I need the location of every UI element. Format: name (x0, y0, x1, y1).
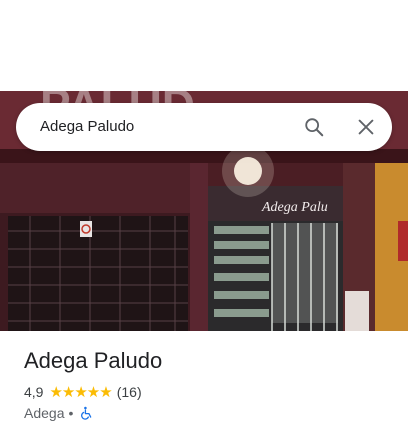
separator: • (68, 405, 74, 421)
search-bar[interactable]: Adega Paludo (16, 103, 392, 151)
shop-sign-text: Adega Palu (261, 200, 328, 215)
search-icon[interactable] (303, 116, 325, 138)
place-meta: Adega • (24, 404, 93, 422)
place-title: Adega Paludo (24, 348, 163, 373)
close-icon[interactable] (355, 116, 377, 138)
wheelchair-accessible-icon (79, 406, 93, 420)
star-rating: ★★★★★ (49, 384, 112, 401)
search-input[interactable]: Adega Paludo (40, 118, 134, 135)
review-count[interactable]: (16) (117, 384, 142, 400)
rating-row[interactable]: 4,9 ★★★★★ (16) (24, 383, 142, 401)
rating-value: 4,9 (24, 384, 44, 400)
place-category: Adega (24, 405, 65, 421)
